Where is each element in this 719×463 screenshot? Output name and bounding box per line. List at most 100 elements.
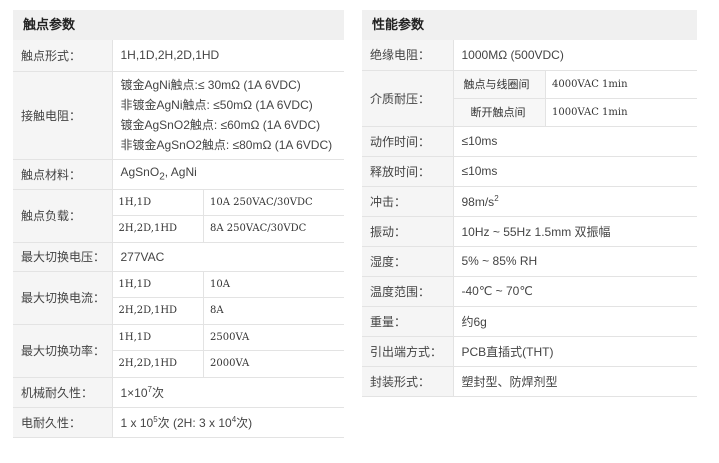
mech-life-value: 1×107次 <box>112 377 344 408</box>
shock-exponent: 2 <box>494 193 499 203</box>
mech-life-unit: 次 <box>151 385 164 400</box>
resistance-line-4: 非镀金AgSnO2触点: ≤80mΩ (1A 6VDC) <box>120 138 333 152</box>
humidity-value: 5% ~ 85% RH <box>453 246 697 277</box>
material-suffix: , AgNi <box>164 165 197 180</box>
current-type: 2H,2D,1HD <box>112 297 204 324</box>
operate-time-label: 动作时间： <box>362 126 454 157</box>
table-row: 1H,1D 2500VA <box>112 324 344 351</box>
weight-label: 重量： <box>362 306 454 337</box>
contact-params-title: 触点参数 <box>13 10 344 40</box>
contact-material-label: 触点材料： <box>13 159 113 190</box>
table-row: 冲击： 98m/s2 <box>362 186 697 217</box>
operate-time-value: ≤10ms <box>453 126 697 157</box>
contact-resistance-value: 镀金AgNi触点:≤ 30mΩ (1A 6VDC) 非镀金AgNi触点: ≤50… <box>112 71 344 160</box>
weight-value: 约6g <box>453 306 697 337</box>
elec-life-part-b: 次 (2H: 3 x 10 <box>157 415 232 430</box>
mech-life-label: 机械耐久性： <box>13 377 113 408</box>
contact-form-value: 1H,1D,2H,2D,1HD <box>112 40 344 72</box>
performance-params-title: 性能参数 <box>362 10 697 40</box>
table-row: 最大切换电流： 1H,1D 10A 2H,2D,1HD 8A <box>13 271 345 325</box>
dielectric-type: 触点与线圈间 <box>453 70 546 99</box>
package-value: 塑封型、防焊剂型 <box>453 366 697 397</box>
humidity-label: 湿度： <box>362 246 454 277</box>
dielectric-type: 断开触点间 <box>453 98 546 126</box>
material-prefix: AgSnO <box>120 165 160 180</box>
package-label: 封装形式： <box>362 366 454 397</box>
vibration-value: 10Hz ~ 55Hz 1.5mm 双振幅 <box>453 216 697 247</box>
table-row: 绝缘电阻： 1000MΩ (500VDC) <box>362 40 697 71</box>
max-power-value: 1H,1D 2500VA 2H,2D,1HD 2000VA <box>112 324 345 378</box>
table-row: 触点负载： 1H,1D 10A 250VAC/30VDC 2H,2D,1HD 8A … <box>13 189 345 243</box>
max-power-label: 最大切换功率： <box>13 324 113 378</box>
contact-params-table: 触点形式： 1H,1D,2H,2D,1HD 接触电阻： 镀金AgNi触点:≤ 3… <box>13 40 344 438</box>
table-row: 最大切换电压： 277VAC <box>13 242 344 272</box>
resistance-line-2: 非镀金AgNi触点: ≤50mΩ (1A 6VDC) <box>120 98 313 112</box>
current-type: 1H,1D <box>112 271 204 298</box>
table-row: 温度范围： -40℃ ~ 70℃ <box>362 276 697 307</box>
contact-resistance-label: 接触电阻： <box>13 71 113 160</box>
table-row: 1H,1D 10A <box>112 271 344 298</box>
max-current-label: 最大切换电流： <box>13 271 113 325</box>
resistance-line-1: 镀金AgNi触点:≤ 30mΩ (1A 6VDC) <box>120 78 301 92</box>
table-row: 1H,1D 10A 250VAC/30VDC <box>112 189 344 216</box>
elec-life-part-c: 次) <box>236 415 253 430</box>
table-row: 机械耐久性： 1×107次 <box>13 377 344 408</box>
table-row: 重量： 约6g <box>362 306 697 337</box>
power-type: 1H,1D <box>112 324 204 351</box>
temperature-label: 温度范围： <box>362 276 454 307</box>
elec-life-value: 1 x 105次 (2H: 3 x 104次) <box>112 407 344 438</box>
load-value: 10A 250VAC/30VDC <box>203 189 344 216</box>
contact-form-label: 触点形式： <box>13 40 113 72</box>
release-time-label: 释放时间： <box>362 156 454 187</box>
shock-value: 98m/s2 <box>453 186 697 217</box>
power-type: 2H,2D,1HD <box>112 350 204 377</box>
load-value: 8A 250VAC/30VDC <box>210 223 307 235</box>
current-value: 8A <box>210 305 224 317</box>
vibration-label: 振动： <box>362 216 454 247</box>
table-row: 2H,2D,1HD 8A 250VAC/30VDC <box>112 215 345 242</box>
terminal-value: PCB直插式(THT) <box>453 336 697 367</box>
contact-material-value: AgSnO2, AgNi <box>112 159 344 190</box>
max-voltage-label: 最大切换电压： <box>13 242 113 272</box>
table-row: 触点形式： 1H,1D,2H,2D,1HD <box>13 40 344 72</box>
max-voltage-value: 277VAC <box>112 242 344 272</box>
load-type: 2H,2D,1HD <box>112 215 204 242</box>
table-row: 2H,2D,1HD 8A <box>112 297 345 324</box>
insulation-value: 1000MΩ (500VDC) <box>453 40 697 71</box>
shock-label: 冲击： <box>362 186 454 217</box>
dielectric-value: 触点与线圈间 4000VAC 1min 断开触点间 1000VAC 1min <box>453 70 698 127</box>
table-row: 触点与线圈间 4000VAC 1min <box>453 70 697 99</box>
performance-params-table: 绝缘电阻： 1000MΩ (500VDC) 介质耐压： 触点与线圈间 4000VA… <box>362 40 697 397</box>
table-row: 介质耐压： 触点与线圈间 4000VAC 1min 断开触点间 1000VAC 1m… <box>362 70 698 127</box>
terminal-label: 引出端方式： <box>362 336 454 367</box>
elec-life-label: 电耐久性： <box>13 407 113 438</box>
dielectric-rating: 1000VAC 1min <box>552 106 628 118</box>
table-row: 断开触点间 1000VAC 1min <box>453 98 698 126</box>
table-row: 封装形式： 塑封型、防焊剂型 <box>362 366 697 397</box>
table-row: 接触电阻： 镀金AgNi触点:≤ 30mΩ (1A 6VDC) 非镀金AgNi触… <box>13 71 344 160</box>
max-current-value: 1H,1D 10A 2H,2D,1HD 8A <box>112 271 345 325</box>
load-type: 1H,1D <box>112 189 204 216</box>
table-row: 湿度： 5% ~ 85% RH <box>362 246 697 277</box>
power-value: 2000VA <box>210 358 250 370</box>
current-value: 10A <box>203 271 344 298</box>
table-row: 最大切换功率： 1H,1D 2500VA 2H,2D,1HD 2000VA <box>13 324 345 378</box>
power-value: 2500VA <box>203 324 344 351</box>
performance-params-panel: 性能参数 绝缘电阻： 1000MΩ (500VDC) 介质耐压： 触点与线圈间 4… <box>362 10 697 397</box>
mech-life-base: 1×10 <box>120 385 148 400</box>
table-row: 引出端方式： PCB直插式(THT) <box>362 336 697 367</box>
elec-life-part-a: 1 x 10 <box>120 415 154 430</box>
shock-base: 98m/s <box>461 194 495 209</box>
contact-load-value: 1H,1D 10A 250VAC/30VDC 2H,2D,1HD 8A 250VAC… <box>112 189 345 243</box>
release-time-value: ≤10ms <box>453 156 697 187</box>
contact-params-panel: 触点参数 触点形式： 1H,1D,2H,2D,1HD 接触电阻： 镀金AgNi触… <box>13 10 344 438</box>
dielectric-rating: 4000VAC 1min <box>545 70 697 99</box>
dielectric-label: 介质耐压： <box>362 70 454 127</box>
contact-load-label: 触点负载： <box>13 189 113 243</box>
table-row: 2H,2D,1HD 2000VA <box>112 350 345 377</box>
table-row: 释放时间： ≤10ms <box>362 156 697 187</box>
table-row: 振动： 10Hz ~ 55Hz 1.5mm 双振幅 <box>362 216 697 247</box>
insulation-label: 绝缘电阻： <box>362 40 454 71</box>
table-row: 触点材料： AgSnO2, AgNi <box>13 159 344 190</box>
resistance-line-3: 镀金AgSnO2触点: ≤60mΩ (1A 6VDC) <box>120 118 321 132</box>
